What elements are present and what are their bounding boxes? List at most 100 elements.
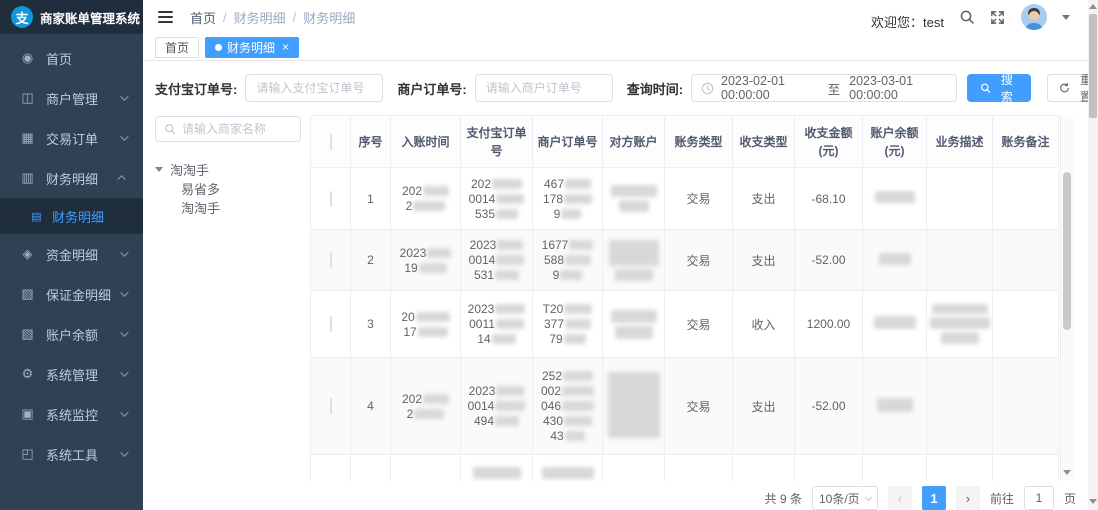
col-biz-desc: 业务描述 xyxy=(926,115,993,168)
col-amount: 收支金额(元) xyxy=(794,115,863,168)
table-scrollbar[interactable] xyxy=(1060,116,1073,480)
sidebar-item-funds-detail[interactable]: ◈ 资金明细 xyxy=(0,234,143,274)
date-end-value[interactable]: 2023-03-01 00:00:00 xyxy=(849,74,947,102)
date-range-picker[interactable]: 2023-02-01 00:00:00 至 2023-03-01 00:00:0… xyxy=(691,74,957,102)
scroll-down-arrow-icon[interactable] xyxy=(1089,499,1097,504)
cell-biz-desc xyxy=(926,229,993,291)
avatar-shirt xyxy=(1025,23,1043,30)
redacted-text xyxy=(491,334,516,344)
alipay-order-input[interactable] xyxy=(245,74,384,102)
sidebar-item-system-management[interactable]: ⚙ 系统管理 xyxy=(0,354,143,394)
cell-merchant-no xyxy=(532,454,603,481)
redacted-text xyxy=(564,304,593,314)
redacted-text xyxy=(561,208,582,219)
sidebar-item-label: 系统监控 xyxy=(46,407,99,423)
row-checkbox[interactable] xyxy=(329,398,332,414)
pagination: 共 9 条 10条/页 ‹ 1 › 前往 页 xyxy=(0,486,1076,510)
sidebar-item-deposit-detail[interactable]: ▨ 保证金明细 xyxy=(0,274,143,314)
merchant-tree-panel: 淘淘手 易省多 淘淘手 xyxy=(155,116,301,217)
page-scrollbar-thumb[interactable] xyxy=(1089,14,1097,118)
col-entry-time: 入账时间 xyxy=(390,115,461,168)
col-balance: 账户余额(元) xyxy=(862,115,927,168)
select-all-checkbox[interactable] xyxy=(329,133,332,150)
col-merchant-no: 商户订单号 xyxy=(532,115,603,168)
row-checkbox[interactable] xyxy=(329,190,332,207)
breadcrumb-separator: / xyxy=(292,9,297,25)
page-size-select[interactable]: 10条/页 xyxy=(811,486,878,510)
cell-counterparty xyxy=(602,229,665,291)
sidebar-item-system-tools[interactable]: ◰ 系统工具 xyxy=(0,434,143,474)
tree-expand-caret-icon[interactable] xyxy=(155,166,163,172)
redacted-text xyxy=(874,191,915,203)
col-account-type: 账务类型 xyxy=(664,115,733,168)
sidebar-item-trade-orders[interactable]: ▦ 交易订单 xyxy=(0,118,143,158)
cell-io-type: 支出 xyxy=(732,229,795,291)
sidebar-subitem-finance-detail-active[interactable]: ▤ 财务明细 xyxy=(0,198,143,234)
redacted-text xyxy=(876,397,913,412)
cell-balance xyxy=(862,290,927,358)
date-start-value[interactable]: 2023-02-01 00:00:00 xyxy=(721,74,819,102)
redacted-text xyxy=(873,316,916,329)
cell-alipay-no xyxy=(460,454,533,481)
breadcrumb-finance[interactable]: 财务明细 xyxy=(234,8,286,27)
cell-amount: -52.00 xyxy=(794,229,863,291)
prev-page-button[interactable]: ‹ xyxy=(887,486,912,510)
redacted-text xyxy=(614,268,653,281)
row-checkbox[interactable] xyxy=(329,252,332,268)
tree-node-child[interactable]: 易省多 xyxy=(155,179,301,198)
sidebar-item-home[interactable]: ◉ 首页 xyxy=(0,38,143,78)
page-button-1[interactable]: 1 xyxy=(921,486,946,510)
redacted-text xyxy=(929,317,990,329)
scroll-down-arrow-icon[interactable] xyxy=(1063,470,1071,475)
goto-page-input[interactable] xyxy=(1023,486,1054,510)
tree-node-root[interactable]: 淘淘手 xyxy=(155,159,301,179)
page-scrollbar[interactable] xyxy=(1088,0,1098,510)
redacted-text xyxy=(472,467,521,479)
redacted-text xyxy=(607,371,660,438)
redacted-text xyxy=(495,304,526,314)
table-scrollbar-thumb[interactable] xyxy=(1063,172,1071,330)
fullscreen-icon[interactable] xyxy=(990,9,1006,25)
sidebar-item-finance-detail[interactable]: ▥ 财务明细 xyxy=(0,158,143,198)
redacted-text xyxy=(496,208,519,219)
scroll-up-arrow-icon[interactable] xyxy=(1089,4,1097,9)
cell-balance xyxy=(862,229,927,291)
table-row-partial xyxy=(310,454,1059,481)
user-avatar[interactable] xyxy=(1021,4,1047,30)
merchant-order-input[interactable] xyxy=(474,74,613,102)
redacted-text xyxy=(423,186,450,196)
sidebar-item-label: 系统管理 xyxy=(46,367,99,383)
cell-counterparty xyxy=(602,167,665,230)
redacted-text xyxy=(610,185,657,197)
cell-alipay-no: 2023 0014 531 xyxy=(460,229,533,291)
table-row: 4 202 2 2023 0014 494 252 002 046 430 43… xyxy=(310,357,1059,455)
col-index: 序号 xyxy=(350,115,391,168)
user-menu-caret-icon[interactable] xyxy=(1062,14,1070,20)
redacted-text xyxy=(618,200,649,212)
search-icon[interactable] xyxy=(959,9,975,25)
avatar-face xyxy=(1029,11,1039,20)
table-row: 3 20 17 2023 0011 14 T20 377 79 交易 收入 12… xyxy=(310,290,1059,358)
redacted-text xyxy=(541,467,594,479)
alipay-order-label: 支付宝订单号: xyxy=(155,81,238,97)
row-checkbox[interactable] xyxy=(329,316,332,332)
breadcrumb-home[interactable]: 首页 xyxy=(190,8,216,27)
redacted-text xyxy=(940,332,979,344)
sidebar-item-account-balance[interactable]: ▧ 账户余额 xyxy=(0,314,143,354)
tab-home[interactable]: 首页 xyxy=(155,36,200,58)
merchant-search-input[interactable] xyxy=(182,122,282,136)
sidebar-item-system-monitor[interactable]: ▣ 系统监控 xyxy=(0,394,143,434)
sidebar-fold-icon[interactable] xyxy=(158,11,173,23)
next-page-button[interactable]: › xyxy=(955,486,980,510)
cell-biz-desc xyxy=(926,290,993,358)
search-icon xyxy=(165,124,176,135)
redacted-text xyxy=(496,386,525,396)
sidebar-subitem-label: 财务明细 xyxy=(52,209,105,225)
tab-finance-detail-active[interactable]: 财务明细 xyxy=(205,36,300,58)
redacted-text xyxy=(565,319,592,329)
sidebar-item-merchant-management[interactable]: ◫ 商户管理 xyxy=(0,78,143,118)
close-icon[interactable] xyxy=(282,41,289,53)
tree-node-child[interactable]: 淘淘手 xyxy=(155,198,301,217)
sidebar-item-label: 系统工具 xyxy=(46,447,99,463)
search-button[interactable]: 搜索 xyxy=(966,73,1031,104)
